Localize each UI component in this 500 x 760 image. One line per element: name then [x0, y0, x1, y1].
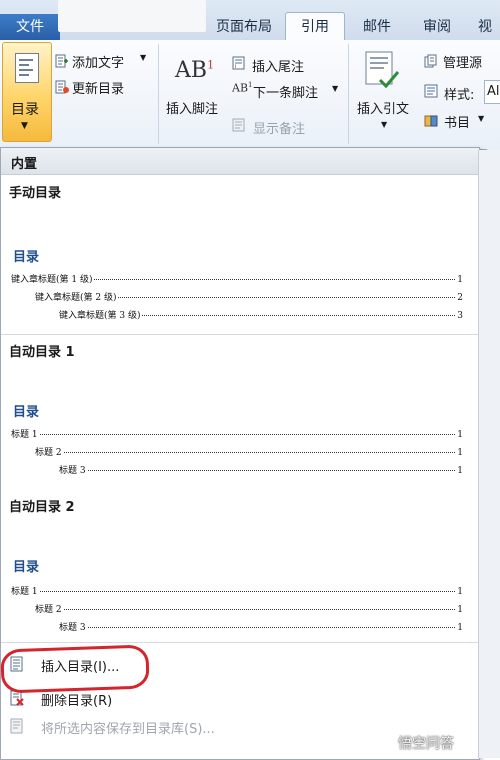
add-text-button[interactable]: 添加文字	[72, 52, 124, 71]
tab-page-layout[interactable]: 页面布局	[206, 14, 282, 40]
style-icon	[424, 84, 438, 98]
tab-references[interactable]: 引用	[285, 12, 345, 42]
chevron-down-icon: ▼	[478, 114, 485, 123]
save-to-gallery-icon	[10, 718, 23, 734]
insert-footnote-button[interactable]: 插入脚注	[166, 98, 218, 117]
delete-toc-label: 删除目录(R)	[41, 694, 113, 709]
document-list-icon	[15, 53, 39, 83]
toc-button-label: 目录	[11, 102, 39, 118]
toc-preview-line: 标题 11	[11, 430, 463, 440]
manage-sources-icon	[424, 54, 437, 68]
toc-preview-line: 键入章标题(第 1 级) 1	[11, 275, 463, 285]
watermark-text: 悟空问答	[398, 736, 454, 752]
speech-bubble-icon	[377, 734, 393, 751]
ribbon-tab-bar: 文件 页面布局 引用 邮件 审阅 视	[0, 0, 500, 42]
chevron-down-icon: ▼	[332, 84, 339, 93]
gallery-item-auto-toc-2[interactable]: 自动目录 2 目录 标题 11 标题 21 标题 31	[1, 490, 479, 642]
show-notes-button[interactable]: 显示备注	[253, 118, 305, 137]
toc-preview-line: 标题 31	[59, 466, 463, 476]
highlight-annotation	[0, 644, 150, 694]
svg-text:i: i	[235, 64, 236, 70]
gallery-item-title: 自动目录 2	[9, 500, 75, 515]
style-select[interactable]: Al	[484, 80, 500, 104]
gallery-divider	[1, 642, 479, 643]
toc-preview-line: 标题 11	[11, 587, 463, 597]
tab-mailings[interactable]: 邮件	[352, 14, 402, 40]
save-selection-label: 将所选内容保存到目录库(S)...	[41, 722, 215, 737]
style-label: 样式:	[444, 88, 475, 103]
toc-preview-heading: 目录	[13, 250, 40, 265]
tab-view[interactable]: 视	[470, 14, 500, 40]
footnote-ab-icon: AB1	[175, 58, 215, 83]
gallery-item-manual-toc[interactable]: 手动目录 目录 键入章标题(第 1 级) 1 键入章标题(第 2 级) 2 键入章标…	[1, 174, 479, 338]
tab-file[interactable]: 文件	[0, 14, 60, 40]
next-footnote-button[interactable]: 下一条脚注	[253, 82, 318, 101]
toc-preview-line: 标题 21	[35, 605, 463, 615]
bibliography-icon	[424, 115, 438, 127]
chevron-down-icon: ▼	[140, 53, 147, 62]
panel-scrollbar[interactable]	[478, 150, 500, 758]
toc-preview-line: 键入章标题(第 2 级) 2	[35, 293, 463, 303]
bibliography-button[interactable]: 书目	[444, 112, 470, 131]
group-divider	[158, 44, 159, 144]
show-notes-icon	[232, 118, 245, 132]
gallery-item-title: 自动目录 1	[9, 345, 75, 360]
update-toc-button[interactable]: 更新目录	[72, 78, 124, 97]
next-footnote-icon: AB1	[232, 81, 253, 95]
blurred-tab-area	[58, 0, 206, 32]
section-header-label: 内置	[11, 157, 38, 172]
insert-citation-icon	[365, 51, 400, 89]
endnote-icon: i	[232, 56, 245, 70]
chevron-down-icon: ▼	[21, 121, 28, 131]
add-text-icon	[55, 54, 68, 68]
manage-sources-button[interactable]: 管理源	[443, 52, 482, 71]
ribbon-references: 目录 ▼ 添加文字 ▼ 更新目录 AB1 插入脚注 i 插入尾注 AB1 下一条…	[0, 40, 500, 161]
gallery-item-title: 手动目录	[9, 186, 62, 201]
watermark: 悟空问答	[368, 728, 500, 758]
toc-preview-line: 标题 31	[59, 623, 463, 633]
update-toc-icon	[55, 80, 69, 94]
group-divider	[348, 44, 349, 144]
chevron-down-icon: ▼	[381, 120, 388, 129]
toc-preview-heading: 目录	[13, 405, 40, 420]
toc-preview-heading: 目录	[13, 560, 40, 575]
insert-endnote-button[interactable]: 插入尾注	[252, 56, 304, 75]
gallery-section-header: 内置	[1, 148, 479, 175]
toc-preview-line: 标题 21	[35, 448, 463, 458]
tab-review[interactable]: 审阅	[412, 14, 462, 40]
style-select-value: Al	[487, 84, 500, 99]
insert-citation-button[interactable]: 插入引文	[357, 98, 409, 117]
gallery-item-auto-toc-1[interactable]: 自动目录 1 目录 标题 11 标题 21 标题 31	[1, 335, 479, 487]
toc-preview-line: 键入章标题(第 3 级) 3	[59, 311, 463, 321]
toc-button[interactable]: 目录 ▼	[2, 42, 52, 142]
